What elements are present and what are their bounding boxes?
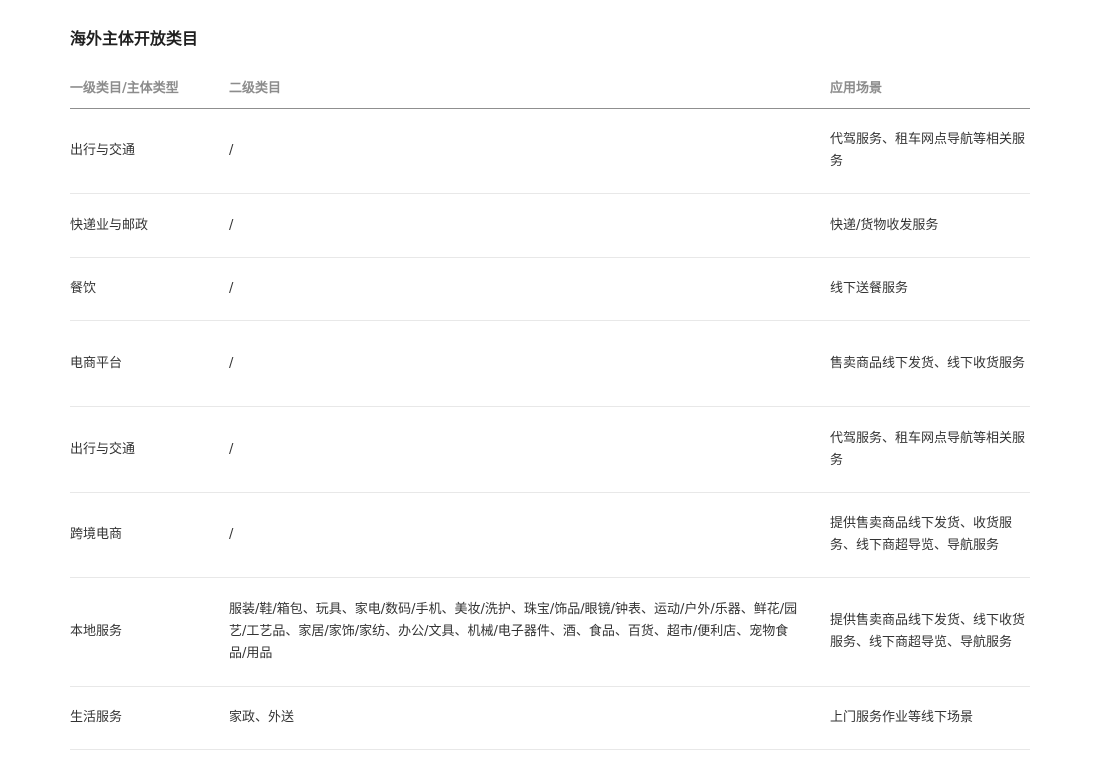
cell-scenario: 提供售卖商品线下发货、线下收货服务、线下商超导览、导航服务	[830, 577, 1030, 687]
header-level1: 一级类目/主体类型	[70, 65, 229, 109]
table-row: 出行与交通 / 代驾服务、租车网点导航等相关服务	[70, 108, 1030, 194]
cell-level1: 餐饮	[70, 257, 229, 321]
cell-level1: 跨境电商	[70, 492, 229, 578]
table-header: 一级类目/主体类型 二级类目 应用场景	[70, 65, 1030, 109]
cell-level1: 电商平台	[70, 320, 229, 407]
cell-scenario: 快递/货物收发服务	[830, 193, 1030, 258]
cell-level2: /	[229, 320, 830, 407]
table-row: 跨境电商 / 提供售卖商品线下发货、收货服务、线下商超导览、导航服务	[70, 492, 1030, 578]
table-row: 餐饮 / 线下送餐服务	[70, 257, 1030, 321]
cell-scenario: 代驾服务、租车网点导航等相关服务	[830, 108, 1030, 194]
cell-level1: 出行与交通	[70, 406, 229, 493]
cell-level2: /	[229, 257, 830, 321]
cell-level1: 生活服务	[70, 686, 229, 750]
cell-level1: 本地服务	[70, 577, 229, 687]
table-row: 本地服务 服装/鞋/箱包、玩具、家电/数码/手机、美妆/洗护、珠宝/饰品/眼镜/…	[70, 577, 1030, 687]
header-scenario: 应用场景	[830, 65, 1030, 109]
cell-level2: /	[229, 108, 830, 194]
cell-level2: /	[229, 193, 830, 258]
category-table: 一级类目/主体类型 二级类目 应用场景 出行与交通 / 代驾服务、租车网点导航等…	[70, 65, 1030, 750]
cell-level1: 快递业与邮政	[70, 193, 229, 258]
cell-scenario: 售卖商品线下发货、线下收货服务	[830, 320, 1030, 407]
cell-scenario: 提供售卖商品线下发货、收货服务、线下商超导览、导航服务	[830, 492, 1030, 578]
table-row: 出行与交通 / 代驾服务、租车网点导航等相关服务	[70, 406, 1030, 493]
cell-scenario: 上门服务作业等线下场景	[830, 686, 1030, 750]
table-row: 生活服务 家政、外送 上门服务作业等线下场景	[70, 686, 1030, 750]
cell-level2: /	[229, 492, 830, 578]
cell-scenario: 代驾服务、租车网点导航等相关服务	[830, 406, 1030, 493]
section-title: 海外主体开放类目	[70, 29, 199, 48]
page: 海外主体开放类目 一级类目/主体类型 二级类目 应用场景 出行与交通 / 代驾服…	[0, 0, 1107, 758]
table-row: 快递业与邮政 / 快递/货物收发服务	[70, 193, 1030, 258]
header-level2: 二级类目	[229, 65, 830, 109]
cell-scenario: 线下送餐服务	[830, 257, 1030, 321]
header-row: 一级类目/主体类型 二级类目 应用场景	[70, 65, 1030, 109]
table-body: 出行与交通 / 代驾服务、租车网点导航等相关服务 快递业与邮政 / 快递/货物收…	[70, 108, 1030, 750]
table-row: 电商平台 / 售卖商品线下发货、线下收货服务	[70, 320, 1030, 407]
cell-level2: 服装/鞋/箱包、玩具、家电/数码/手机、美妆/洗护、珠宝/饰品/眼镜/钟表、运动…	[229, 577, 830, 687]
cell-level1: 出行与交通	[70, 108, 229, 194]
cell-level2: 家政、外送	[229, 686, 830, 750]
cell-level2: /	[229, 406, 830, 493]
